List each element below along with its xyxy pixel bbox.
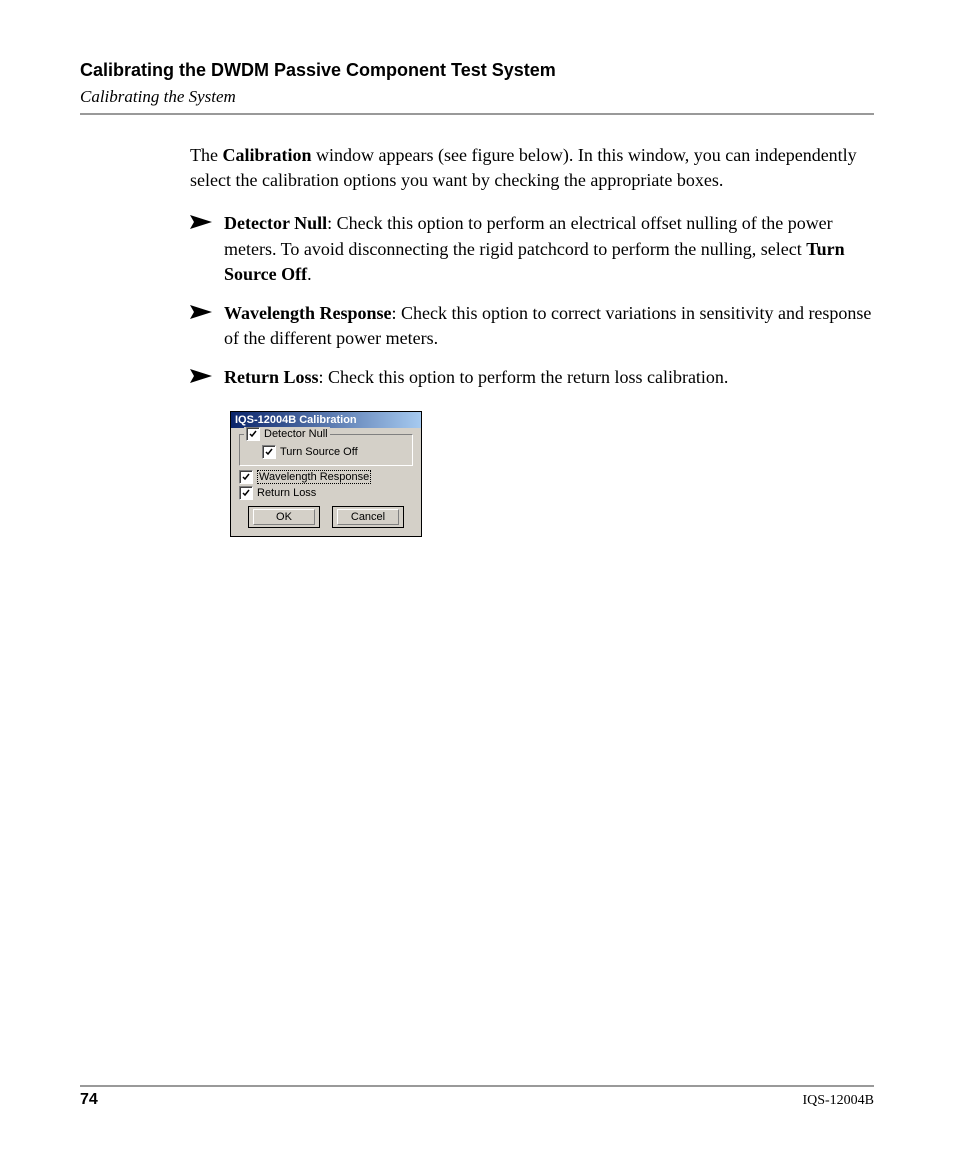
header-divider (80, 113, 874, 115)
arrow-icon (190, 215, 214, 231)
wavelength-response-row: Wavelength Response (239, 470, 413, 484)
intro-bold: Calibration (222, 145, 311, 165)
cancel-button-label: Cancel (337, 509, 399, 525)
intro-pre: The (190, 145, 222, 165)
detector-null-label: Detector Null (264, 428, 328, 440)
return-loss-label: Return Loss (257, 487, 316, 499)
dialog-titlebar: IQS-12004B Calibration (231, 412, 421, 428)
arrow-icon (190, 369, 214, 385)
return-loss-row: Return Loss (239, 486, 413, 500)
bullet-term: Detector Null (224, 213, 327, 233)
bullet-term: Wavelength Response (224, 303, 392, 323)
wavelength-response-checkbox[interactable] (239, 470, 253, 484)
detector-null-group: Detector Null Turn Source Off (239, 434, 413, 466)
bullet-text: : Check this option to perform the retur… (319, 367, 729, 387)
bullet-item: Wavelength Response: Check this option t… (190, 301, 874, 351)
page-footer: 74 IQS-12004B (80, 1085, 874, 1109)
cancel-button[interactable]: Cancel (332, 506, 404, 528)
turn-source-off-checkbox[interactable] (262, 445, 276, 459)
turn-source-off-row: Turn Source Off (262, 445, 406, 459)
bullet-term: Return Loss (224, 367, 319, 387)
chapter-title: Calibrating the DWDM Passive Component T… (80, 60, 874, 81)
dialog-body: Detector Null Turn Source Off Wavelength… (231, 428, 421, 536)
footer-divider (80, 1085, 874, 1087)
document-id: IQS-12004B (802, 1093, 874, 1109)
bullet-list: Detector Null : Check this option to perf… (190, 211, 874, 390)
calibration-dialog: IQS-12004B Calibration Detector Null Tur… (230, 411, 422, 537)
intro-paragraph: The Calibration window appears (see figu… (190, 143, 874, 193)
return-loss-checkbox[interactable] (239, 486, 253, 500)
ok-button[interactable]: OK (248, 506, 320, 528)
detector-null-checkbox[interactable] (246, 427, 260, 441)
turn-source-off-label: Turn Source Off (280, 446, 358, 458)
arrow-icon (190, 305, 214, 321)
page-number: 74 (80, 1091, 98, 1109)
ok-button-label: OK (253, 509, 315, 525)
section-title: Calibrating the System (80, 87, 874, 107)
bullet-tail: . (307, 264, 312, 284)
bullet-item: Detector Null: Check this option to perf… (190, 211, 874, 287)
bullet-item: Return Loss: Check this option to perfor… (190, 365, 874, 390)
wavelength-response-label: Wavelength Response (257, 470, 371, 484)
